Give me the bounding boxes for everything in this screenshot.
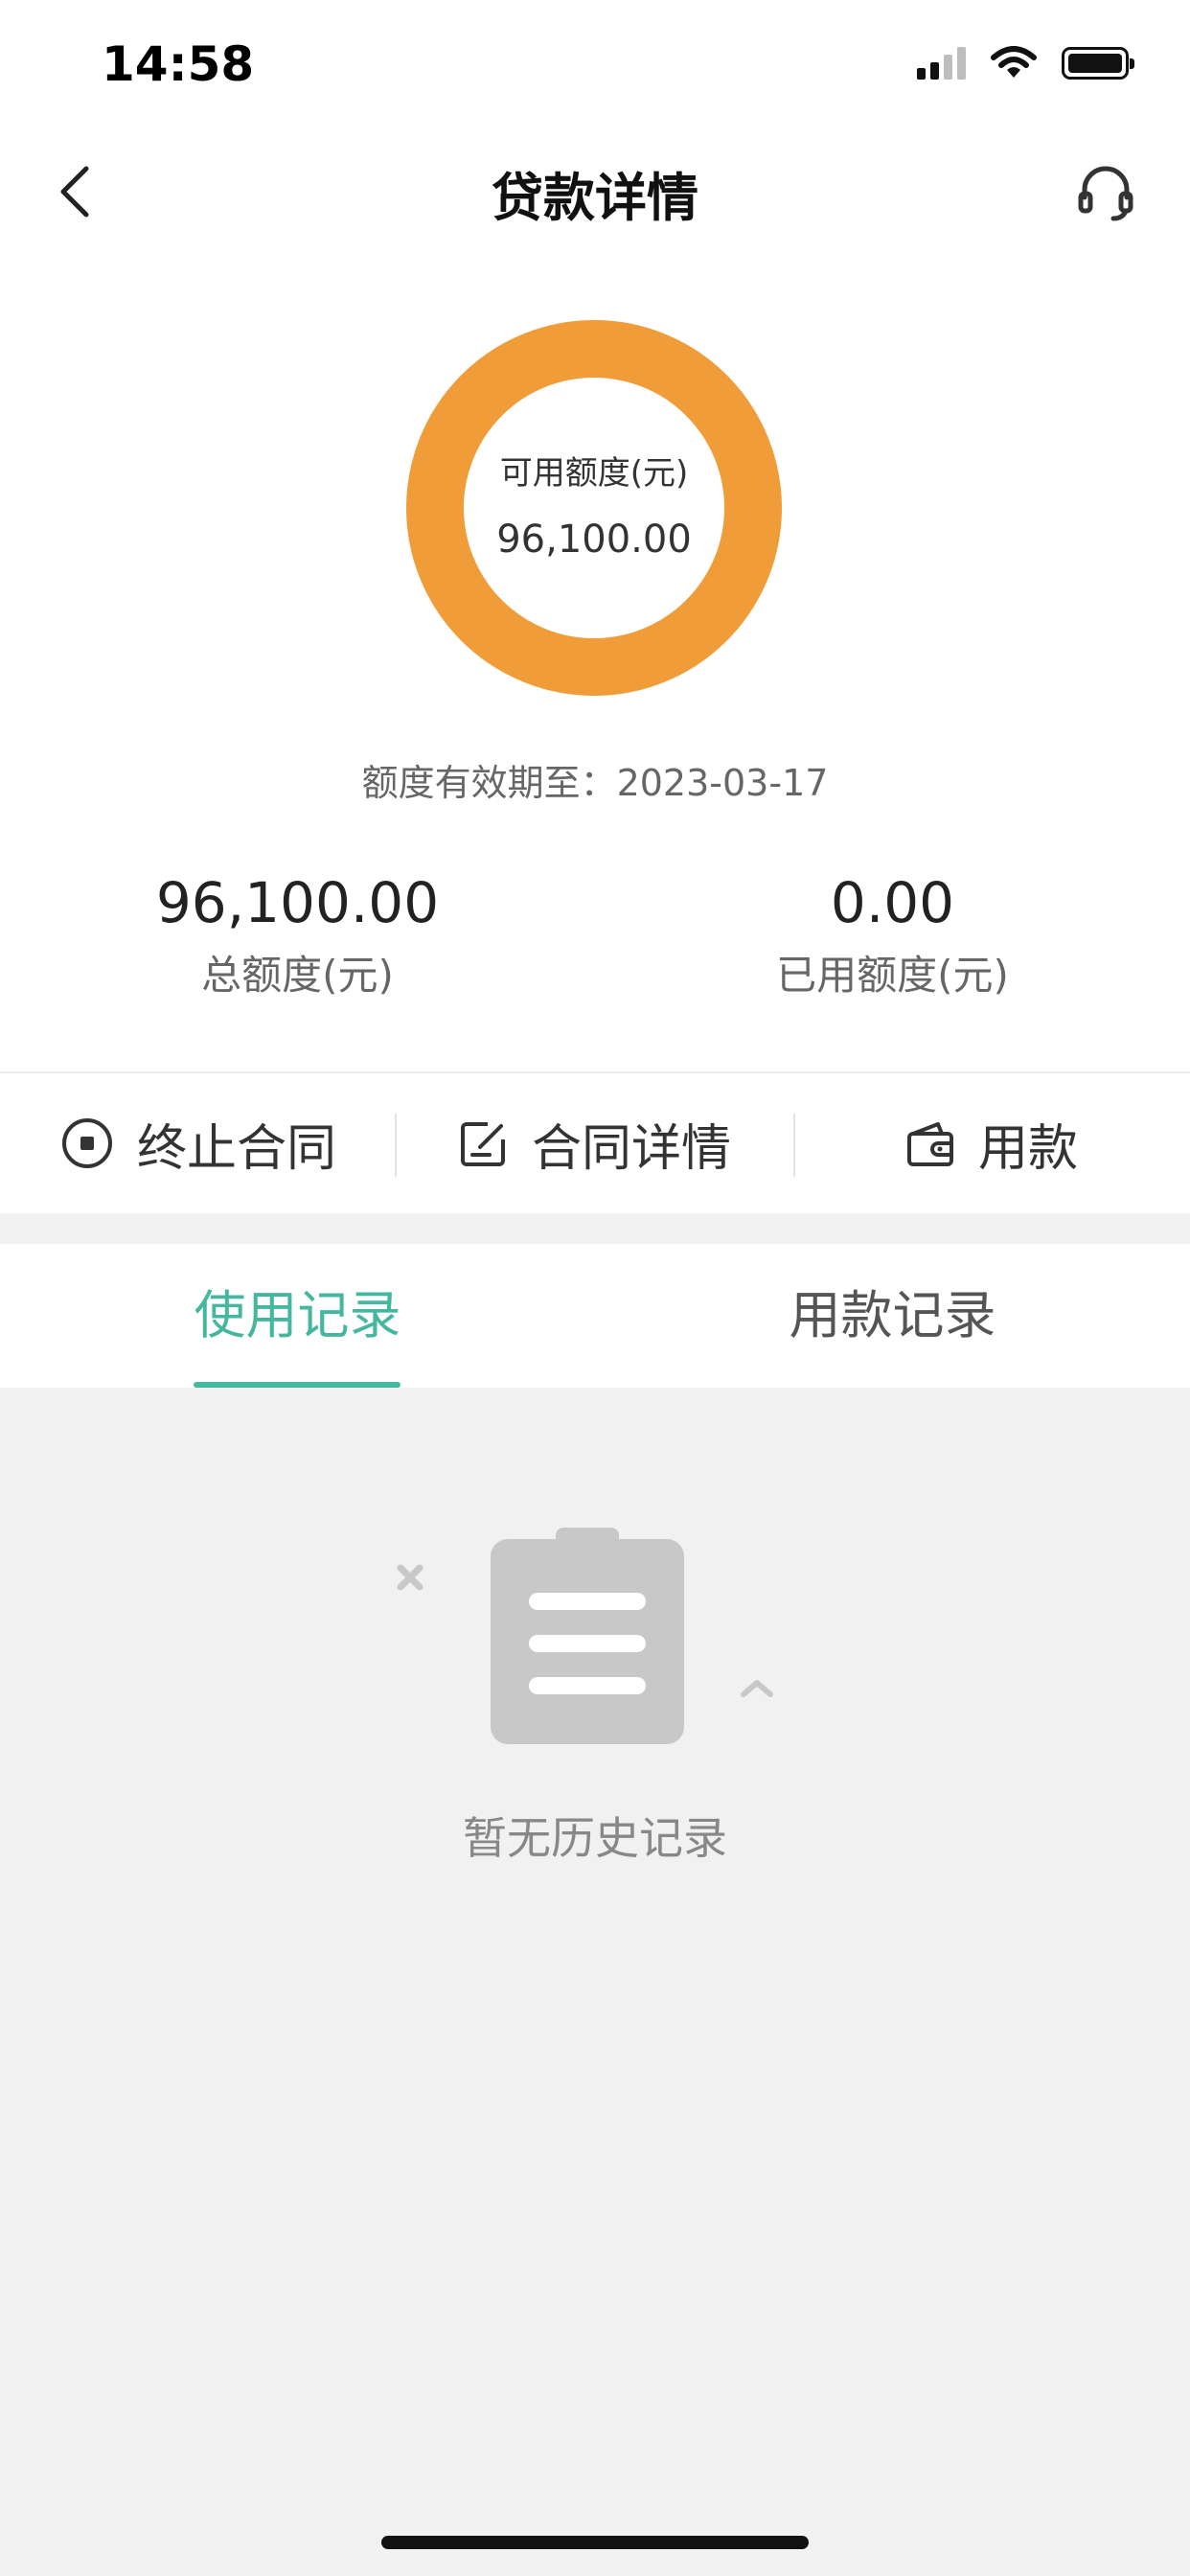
available-credit-ring bbox=[406, 320, 782, 696]
terminate-contract-button[interactable]: 终止合同 bbox=[0, 1073, 397, 1213]
empty-clipboard-icon bbox=[397, 1528, 773, 1744]
total-credit-label: 总额度(元) bbox=[201, 952, 394, 999]
use-funds-label: 用款 bbox=[977, 1119, 1078, 1178]
status-time: 14:58 bbox=[102, 36, 255, 92]
use-funds-button[interactable]: 用款 bbox=[793, 1073, 1190, 1213]
tab-usage-records[interactable]: 使用记录 bbox=[0, 1244, 595, 1388]
total-credit-value: 96,100.00 bbox=[155, 870, 440, 935]
status-bar: 14:58 bbox=[0, 0, 1190, 125]
terminate-contract-label: 终止合同 bbox=[136, 1119, 336, 1178]
empty-message: 暂无历史记录 bbox=[463, 1812, 727, 1864]
battery-icon bbox=[1062, 47, 1134, 80]
contract-details-button[interactable]: 合同详情 bbox=[397, 1073, 793, 1213]
stop-circle-icon bbox=[61, 1118, 112, 1168]
tab-fund-records[interactable]: 用款记录 bbox=[595, 1244, 1190, 1388]
validity-label: 额度有效期至： bbox=[361, 762, 617, 804]
credit-validity: 额度有效期至：2023-03-17 bbox=[0, 753, 1190, 806]
used-credit-label: 已用额度(元) bbox=[776, 952, 1009, 999]
used-credit-value: 0.00 bbox=[830, 870, 955, 935]
validity-date: 2023-03-17 bbox=[616, 762, 829, 804]
available-credit-value: 96,100.00 bbox=[496, 518, 692, 562]
contract-details-label: 合同详情 bbox=[531, 1119, 731, 1178]
record-tabs: 使用记录 用款记录 bbox=[0, 1244, 1190, 1388]
home-indicator[interactable] bbox=[381, 2536, 809, 2549]
edit-document-icon bbox=[460, 1122, 505, 1166]
status-icons bbox=[917, 44, 1134, 82]
page-title: 贷款详情 bbox=[492, 168, 698, 228]
cellular-signal-icon bbox=[917, 47, 966, 80]
active-tab-indicator bbox=[194, 1382, 400, 1388]
wifi-icon bbox=[991, 46, 1037, 78]
headset-icon[interactable] bbox=[1075, 161, 1136, 222]
used-credit: 0.00 已用额度(元) bbox=[595, 870, 1190, 1001]
nav-bar: 贷款详情 bbox=[0, 134, 1190, 249]
total-credit: 96,100.00 总额度(元) bbox=[0, 870, 595, 1001]
wallet-icon bbox=[906, 1122, 953, 1166]
action-bar: 终止合同 合同详情 用款 bbox=[0, 1071, 1190, 1213]
available-credit-label: 可用额度(元) bbox=[499, 454, 689, 493]
